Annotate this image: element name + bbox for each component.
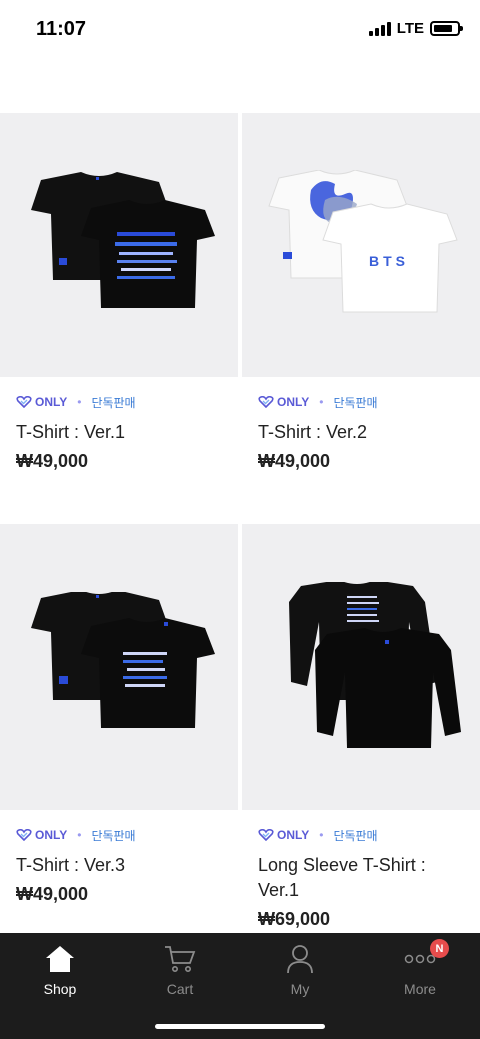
exclusive-tag: 단독판매: [91, 395, 136, 410]
tab-label: Cart: [166, 981, 194, 997]
separator-dot: •: [319, 828, 324, 842]
heart-check-icon: [258, 396, 274, 408]
notification-badge: N: [430, 939, 449, 958]
home-icon: [46, 946, 74, 972]
only-badge: ONLY: [16, 395, 67, 409]
product-price: ₩49,000: [16, 884, 89, 904]
tab-more[interactable]: N More: [360, 933, 480, 1039]
signal-icon: [368, 21, 391, 36]
battery-icon: [430, 21, 463, 36]
product-name[interactable]: T-Shirt : Ver.3: [16, 853, 222, 878]
product-image[interactable]: [242, 524, 480, 810]
product-grid: ONLY • 단독판매 T-Shirt : Ver.1 ₩49,000 BTS: [0, 113, 480, 930]
bottom-tab-bar: Shop Cart My N More: [0, 933, 480, 1039]
cart-icon: [165, 946, 196, 972]
status-time: 11:07: [36, 18, 87, 40]
product-price: ₩49,000: [258, 451, 331, 471]
separator-dot: •: [77, 828, 82, 842]
product-card[interactable]: ONLY • 단독판매 T-Shirt : Ver.1 ₩49,000: [0, 113, 238, 472]
heart-check-icon: [16, 396, 32, 408]
black-tshirt-pair-image: [31, 172, 215, 308]
product-name[interactable]: T-Shirt : Ver.1: [16, 420, 222, 445]
product-image[interactable]: [0, 524, 238, 810]
product-card[interactable]: BTS ONLY • 단독판매 T-Shirt : Ver.2 ₩49,000: [242, 113, 480, 472]
product-price: ₩69,000: [258, 909, 331, 929]
exclusive-tag: 단독판매: [333, 395, 378, 410]
product-name[interactable]: T-Shirt : Ver.2: [258, 420, 464, 445]
tab-label: Shop: [43, 981, 77, 997]
tab-shop[interactable]: Shop: [0, 933, 120, 1039]
product-name[interactable]: Long Sleeve T-Shirt : Ver.1: [258, 853, 464, 903]
product-price: ₩49,000: [16, 451, 89, 471]
status-bar: 11:07 LTE: [0, 0, 480, 60]
tab-label: More: [404, 981, 436, 997]
white-tshirt-pair-image: BTS: [268, 170, 458, 313]
heart-check-icon: [258, 829, 274, 841]
product-card[interactable]: ONLY • 단독판매 Long Sleeve T-Shirt : Ver.1 …: [242, 524, 480, 930]
product-card[interactable]: ONLY • 단독판매 T-Shirt : Ver.3 ₩49,000: [0, 524, 238, 930]
back-print-text: BTS: [369, 253, 409, 269]
tab-label: My: [290, 981, 310, 997]
black-tshirt-pair-image: [31, 592, 215, 728]
exclusive-tag: 단독판매: [91, 828, 136, 843]
product-image[interactable]: BTS: [242, 113, 480, 377]
status-indicators: LTE: [368, 20, 463, 37]
home-indicator: [155, 1024, 325, 1029]
only-badge: ONLY: [258, 395, 309, 409]
network-type: LTE: [396, 20, 424, 37]
separator-dot: •: [319, 395, 324, 409]
heart-check-icon: [16, 829, 32, 841]
person-icon: [287, 945, 313, 974]
exclusive-tag: 단독판매: [333, 828, 378, 843]
product-image[interactable]: [0, 113, 238, 377]
more-icon: [404, 954, 436, 964]
black-longsleeve-pair-image: [289, 582, 461, 748]
separator-dot: •: [77, 395, 82, 409]
only-badge: ONLY: [16, 828, 67, 842]
only-badge: ONLY: [258, 828, 309, 842]
